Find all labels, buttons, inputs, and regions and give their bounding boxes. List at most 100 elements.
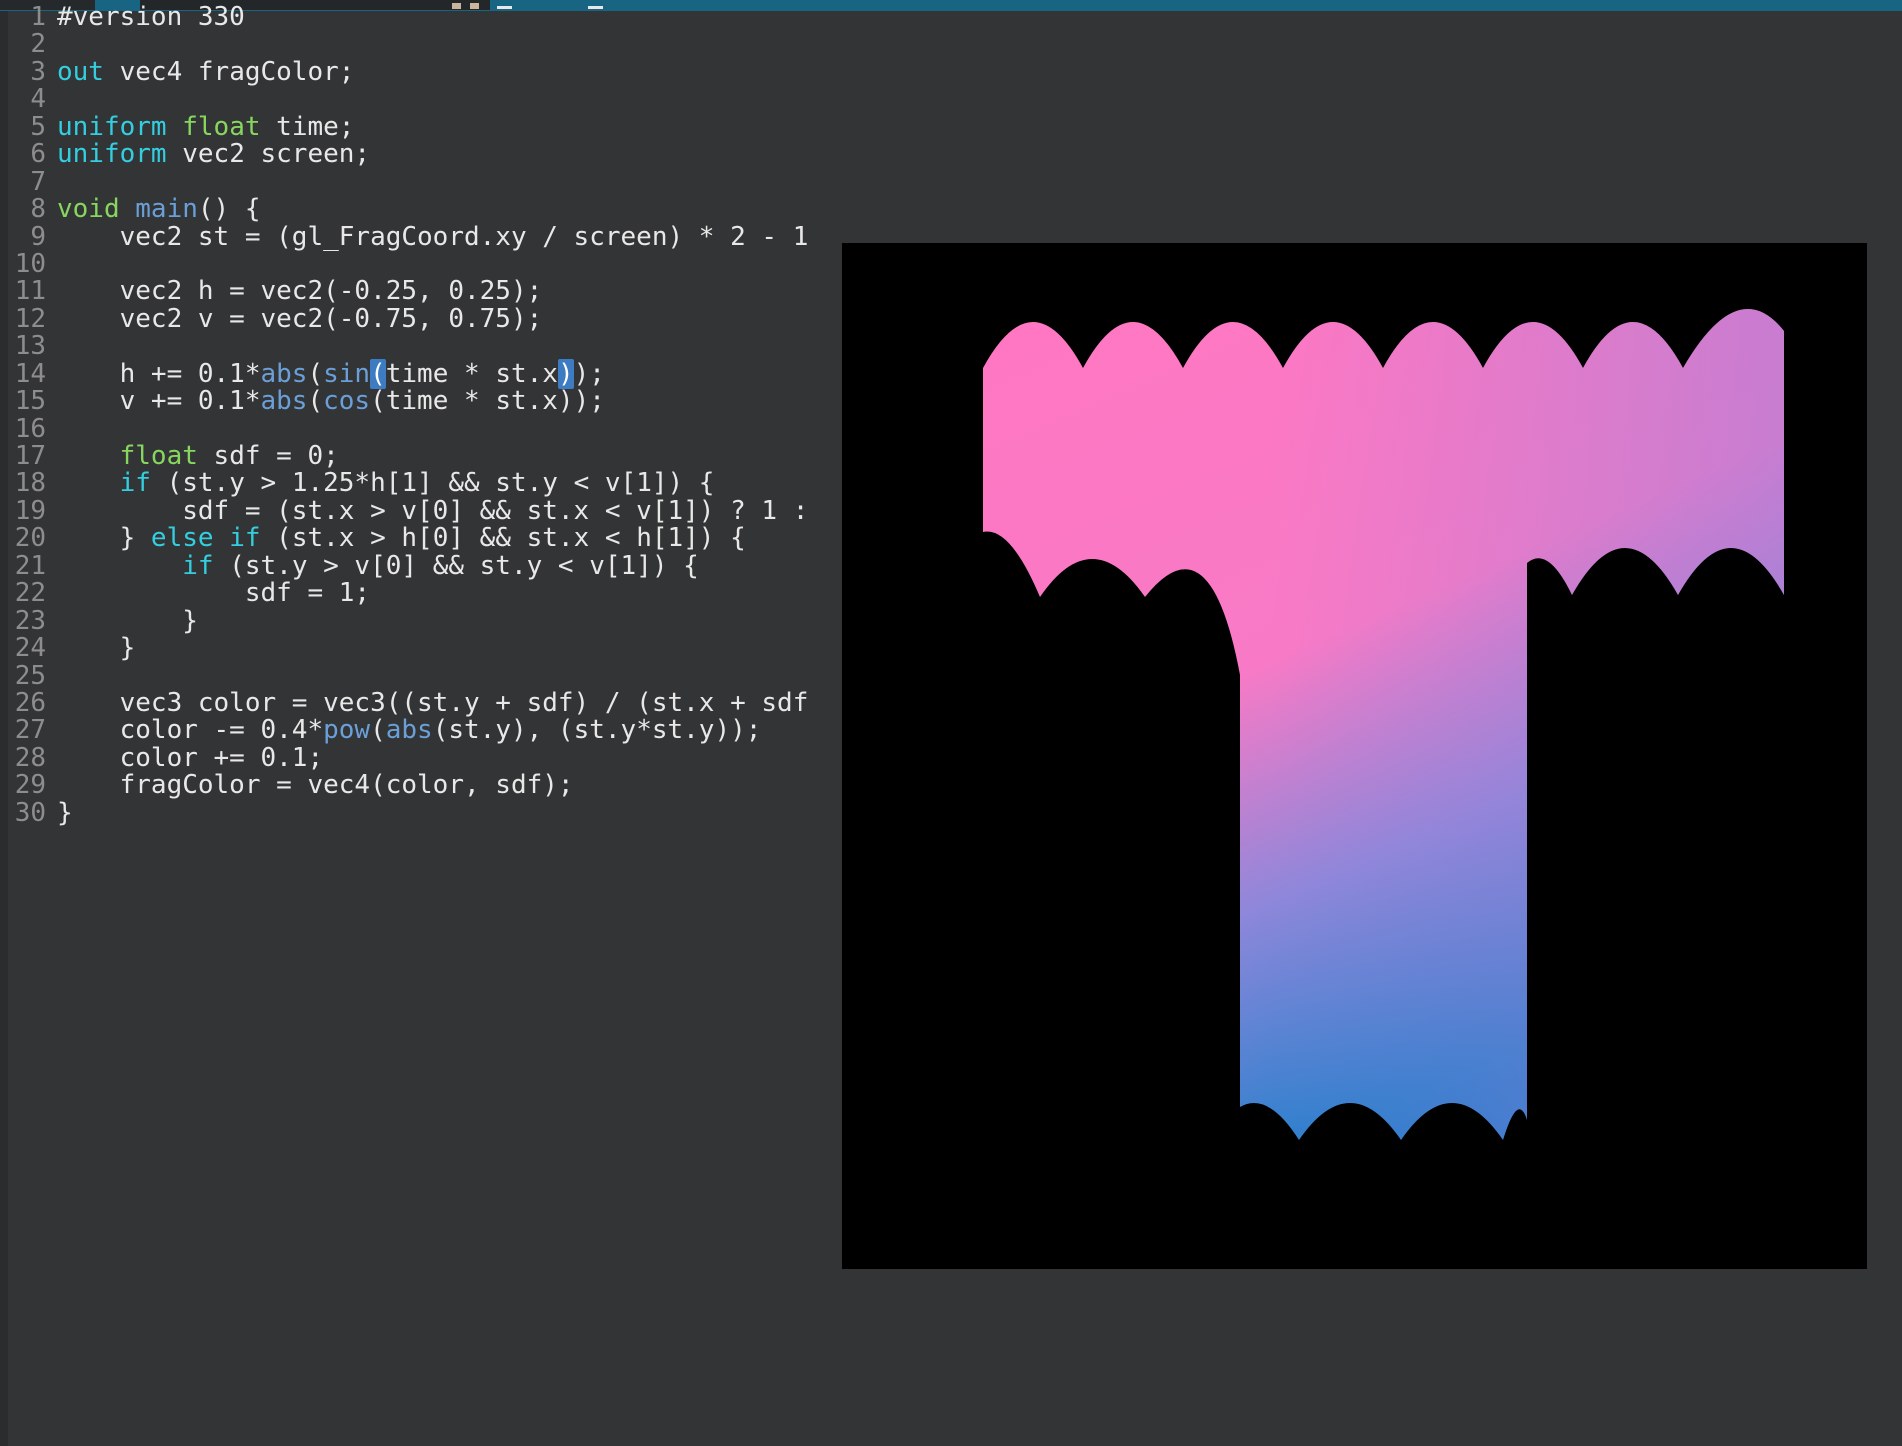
line-number: 1 (30, 2, 46, 32)
code-token: abs (260, 358, 308, 389)
line-number: 23 (14, 605, 46, 636)
line-number: 8 (30, 194, 46, 225)
line-number: 7 (30, 166, 46, 197)
code-text[interactable]: if (st.y > 1.25*h[1] && st.y < v[1]) { (46, 468, 715, 499)
line-number: 16 (14, 413, 46, 444)
code-text[interactable]: sdf = (st.x > v[0] && st.x < v[1]) ? 1 : (46, 495, 809, 526)
code-text[interactable]: } (46, 799, 73, 827)
code-text[interactable]: } else if (st.x > h[0] && st.x < h[1]) { (46, 525, 746, 552)
code-token: vec2 v = vec2(-0.75, 0.75); (57, 303, 543, 334)
code-token: color -= 0.4* (57, 715, 324, 746)
matched-paren-highlight: ( (370, 358, 386, 389)
code-text[interactable]: void main() { (46, 194, 261, 225)
code-token: float (182, 111, 261, 142)
code-token: () { (197, 194, 261, 225)
line-number: 20 (14, 523, 46, 554)
code-token: (st.y), (st.y*st.y)); (432, 715, 762, 746)
code-text[interactable]: } (46, 633, 136, 664)
code-text[interactable] (46, 251, 57, 278)
code-text[interactable] (46, 663, 57, 690)
line-number: 18 (14, 468, 46, 499)
code-line[interactable]: 4 (0, 84, 1902, 115)
code-token: } (57, 523, 151, 554)
code-text[interactable] (46, 169, 57, 196)
code-text[interactable]: } (46, 607, 198, 635)
shader-letter-t-graphic (983, 309, 1784, 1140)
code-line[interactable]: 5 uniform float time; (0, 111, 1902, 142)
line-number: 17 (14, 441, 46, 471)
shader-output-panel (842, 243, 1867, 1269)
code-token: #version 330 (57, 2, 245, 32)
code-line[interactable]: 1 #version 330 (0, 2, 1902, 32)
line-number: 6 (30, 139, 46, 170)
code-token: if (229, 523, 261, 554)
code-token: sdf = 0; (197, 441, 339, 471)
code-text[interactable]: out vec4 fragColor; (46, 58, 354, 86)
code-token: vec3 color = vec3((st.y + sdf) / (st.x +… (57, 687, 809, 718)
code-token: else (150, 523, 214, 554)
line-number: 2 (30, 29, 46, 60)
code-line[interactable]: 8 void main() { (0, 194, 1902, 225)
code-token: ( (307, 358, 324, 389)
code-token: vec2 st = (gl_FragCoord.xy / screen) * 2… (57, 221, 809, 252)
line-number: 28 (14, 742, 46, 773)
code-text[interactable]: uniform float time; (46, 111, 354, 142)
code-text[interactable] (46, 86, 57, 113)
code-token: abs (260, 386, 308, 417)
code-text[interactable]: float sdf = 0; (46, 441, 339, 471)
screen: 1 #version 330 2 3 out vec4 fragColor; 4 5 unif… (0, 0, 1902, 1446)
code-token: ( (370, 715, 386, 746)
code-token: v += 0.1* (57, 386, 261, 417)
code-text[interactable]: vec3 color = vec3((st.y + sdf) / (st.x +… (46, 687, 809, 718)
code-token: pow (323, 715, 371, 746)
code-token: ( (307, 386, 324, 417)
code-text[interactable]: v += 0.1*abs(cos(time * st.x)); (46, 386, 605, 417)
code-text[interactable] (46, 31, 57, 58)
code-text[interactable]: vec2 v = vec2(-0.75, 0.75); (46, 303, 543, 334)
code-text[interactable]: h += 0.1*abs(sin(time * st.x)); (46, 358, 605, 389)
code-text[interactable]: vec2 st = (gl_FragCoord.xy / screen) * 2… (46, 221, 809, 252)
code-token: (st.x > h[0] && st.x < h[1]) { (260, 523, 746, 554)
code-token: sdf = (st.x > v[0] && st.x < v[1]) ? 1 : (57, 495, 809, 526)
code-text[interactable]: if (st.y > v[0] && st.y < v[1]) { (46, 551, 699, 581)
code-text[interactable]: #version 330 (46, 2, 245, 32)
code-text[interactable]: color -= 0.4*pow(abs(st.y), (st.y*st.y))… (46, 715, 762, 746)
code-line[interactable]: 6 uniform vec2 screen; (0, 139, 1902, 170)
line-number: 25 (14, 660, 46, 691)
code-text[interactable] (46, 416, 57, 443)
line-number: 27 (14, 715, 46, 746)
code-text[interactable]: uniform vec2 screen; (46, 139, 370, 170)
code-line[interactable]: 2 (0, 29, 1902, 60)
code-line[interactable]: 3 out vec4 fragColor; (0, 58, 1902, 86)
code-token: uniform (57, 111, 167, 142)
code-token: (time * st.x)); (370, 386, 605, 417)
code-token: float (119, 441, 198, 471)
line-number: 12 (14, 303, 46, 334)
code-token: } (57, 633, 136, 664)
code-text[interactable]: fragColor = vec4(color, sdf); (46, 772, 574, 799)
code-token: sin (323, 358, 371, 389)
code-token: (st.y > 1.25*h[1] && st.y < v[1]) { (150, 468, 715, 499)
code-token: cos (323, 386, 371, 417)
code-token: ); (573, 358, 605, 389)
code-token: vec2 h = vec2(-0.25, 0.25); (57, 276, 543, 307)
code-line[interactable]: 7 (0, 166, 1902, 197)
line-number: 29 (14, 770, 46, 801)
code-token: abs (385, 715, 433, 746)
code-text[interactable] (46, 333, 57, 360)
code-token: time * st.x (385, 358, 558, 389)
line-number: 21 (14, 550, 46, 581)
code-text[interactable]: sdf = 1; (46, 578, 371, 609)
code-token: uniform (57, 139, 167, 170)
line-number: 4 (30, 84, 46, 115)
line-number: 30 (14, 797, 46, 828)
code-token: sdf = 1; (57, 578, 371, 609)
line-number: 14 (14, 358, 46, 389)
code-text[interactable]: vec2 h = vec2(-0.25, 0.25); (46, 276, 543, 307)
code-text[interactable]: color += 0.1; (46, 744, 324, 772)
